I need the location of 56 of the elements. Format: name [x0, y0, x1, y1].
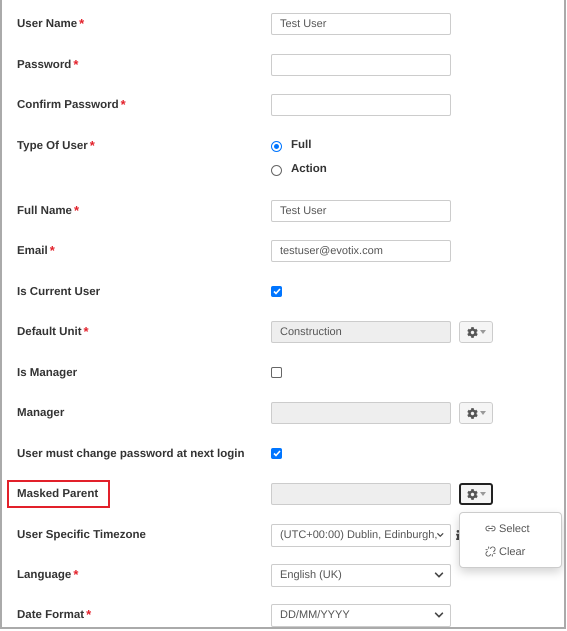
settings-dropdown-button[interactable]: [459, 483, 493, 505]
link-icon: [485, 523, 496, 534]
field-label: Manager: [17, 406, 64, 421]
field-label: Type Of User: [17, 138, 88, 154]
field-label: Is Current User: [17, 284, 100, 300]
field-label: Default Unit: [17, 325, 82, 340]
chevron-icon: [434, 570, 444, 580]
required-mark: *: [90, 136, 95, 154]
field-label: User Name: [17, 17, 78, 32]
checkbox[interactable]: [271, 448, 282, 458]
required-mark: *: [86, 606, 92, 624]
settings-icon: [466, 408, 478, 418]
required-mark: *: [79, 15, 84, 33]
radio-label: Full: [291, 138, 312, 150]
caret-icon: [480, 330, 486, 334]
select-dropdown[interactable]: English (UK): [271, 564, 451, 586]
settings-icon: [466, 326, 478, 338]
checkbox[interactable]: [271, 366, 282, 378]
text-field[interactable]: [271, 94, 451, 116]
required-mark: *: [120, 96, 126, 114]
lookup-field[interactable]: [271, 402, 451, 424]
field-label: Email: [17, 244, 48, 259]
required-mark: *: [84, 323, 89, 341]
required-mark: *: [73, 56, 78, 74]
field-label: User must change password at next login: [17, 446, 244, 462]
select-dropdown[interactable]: (UTC+00:00) Dublin, Edinburgh,: [271, 524, 451, 546]
caret-icon: [480, 411, 486, 415]
field-label: Confirm Password: [17, 98, 119, 113]
menu-item[interactable]: Select: [460, 517, 561, 540]
text-field[interactable]: Test User: [271, 200, 451, 222]
caret-icon: [480, 492, 486, 496]
select-dropdown[interactable]: DD/MM/YYYY: [271, 604, 451, 626]
unlink-icon: [485, 546, 496, 557]
field-label: Password: [17, 58, 72, 72]
radio-label: Action: [291, 162, 327, 174]
field-label: Is Manager: [17, 366, 78, 380]
field-label: Full Name: [17, 204, 72, 218]
settings-icon: [466, 488, 478, 500]
required-mark: *: [50, 242, 55, 260]
radio-button[interactable]: [271, 140, 282, 152]
radio-button[interactable]: [271, 164, 282, 176]
checkbox[interactable]: [271, 286, 282, 296]
text-field[interactable]: testuser@evotix.com: [271, 240, 451, 262]
required-mark: *: [73, 566, 78, 584]
field-label: Date Format: [17, 608, 84, 622]
field-label: Masked Parent: [7, 480, 110, 508]
text-field[interactable]: Test User: [271, 13, 451, 35]
chevron-icon: [434, 610, 444, 620]
lookup-field[interactable]: [271, 483, 451, 505]
chevron-icon: [437, 530, 444, 540]
required-mark: *: [74, 202, 80, 220]
field-label: Language: [17, 568, 72, 582]
text-field[interactable]: [271, 54, 451, 76]
lookup-field[interactable]: Construction: [271, 321, 451, 343]
field-label: User Specific Timezone: [17, 528, 146, 542]
menu-item[interactable]: Clear: [460, 540, 561, 563]
